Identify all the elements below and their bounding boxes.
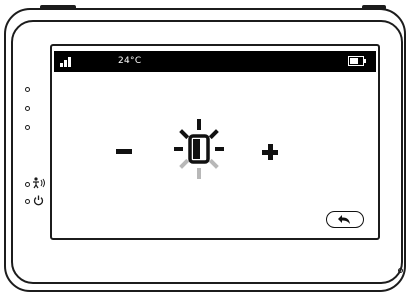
brightness-ray-2 (179, 129, 190, 140)
decrease-brightness-button[interactable] (114, 141, 134, 161)
indicator-led-power (25, 199, 30, 204)
minus-icon (116, 148, 132, 154)
back-button[interactable] (326, 211, 364, 228)
indicator-led-sound (25, 182, 30, 187)
brightness-core-fill (193, 139, 200, 159)
brightness-ray-6 (208, 158, 219, 169)
temperature-readout: 24°C (118, 56, 142, 66)
brightness-ray-8 (179, 158, 190, 169)
back-arrow-icon (338, 215, 350, 224)
battery-icon (348, 56, 366, 66)
indicator-led-3 (25, 125, 30, 130)
sound-activation-icon (32, 177, 46, 189)
status-led (398, 268, 403, 273)
indicator-led-1 (25, 87, 30, 92)
indicator-led-2 (25, 106, 30, 111)
brightness-ray-4 (208, 129, 219, 140)
status-bar: 24°C (54, 51, 376, 72)
increase-brightness-button[interactable] (260, 142, 280, 162)
power-icon (33, 195, 44, 206)
brightness-icon (174, 119, 224, 179)
signal-bars-icon (60, 57, 71, 67)
